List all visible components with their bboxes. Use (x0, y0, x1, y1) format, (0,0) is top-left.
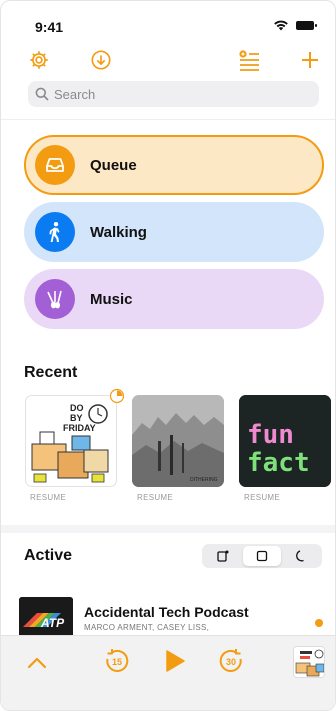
segment-all[interactable] (242, 546, 282, 566)
walking-icon (49, 222, 60, 242)
playlists-edit-button[interactable] (236, 47, 262, 73)
playlist-music-badge (35, 279, 75, 319)
episode-title[interactable]: Accidental Tech Podcast (84, 604, 249, 620)
settings-button[interactable] (26, 47, 52, 73)
list-add-icon (239, 50, 259, 71)
episode-authors: MARCO ARMENT, CASEY LISS, (84, 623, 210, 632)
search-icon (35, 87, 49, 101)
resume-label[interactable]: RESUME (244, 493, 280, 502)
playlist-queue-label: Queue (90, 156, 137, 174)
art-text-fun: fun (247, 420, 294, 450)
recent-section-title: Recent (24, 364, 78, 381)
playlist-walking-badge (35, 212, 75, 252)
playlist-queue-badge (35, 145, 75, 185)
search-input[interactable] (54, 86, 294, 102)
atp-text: ATP (40, 616, 65, 630)
now-playing-art-image (294, 647, 324, 677)
fun-fact-artwork: fun fact (239, 395, 331, 487)
playlist-queue[interactable]: Queue (24, 135, 324, 195)
skip-forward-seconds: 30 (226, 657, 236, 667)
playlist-music[interactable]: Music (24, 269, 324, 329)
active-section-title: Active (24, 547, 73, 564)
recent-item-artwork[interactable]: DITHERING (132, 395, 224, 487)
status-bar: 9:41 (1, 1, 335, 45)
skip-forward-button[interactable]: 30 (216, 646, 246, 676)
resume-label[interactable]: RESUME (137, 493, 173, 502)
do-by-friday-artwork: DO BY FRIDAY (31, 403, 109, 483)
art-text-by: BY (70, 413, 83, 423)
guitar-icon (47, 290, 62, 309)
art-text-friday: FRIDAY (63, 423, 96, 433)
inbox-icon (46, 158, 64, 172)
play-icon (166, 650, 185, 672)
phone-wake-icon (217, 550, 229, 562)
skip-back-button[interactable]: 15 (102, 646, 132, 676)
art-text-do: DO (70, 403, 84, 413)
top-toolbar (1, 47, 335, 77)
playlist-music-label: Music (90, 290, 133, 308)
active-filter-segmented-control (202, 544, 322, 568)
square-icon (256, 550, 268, 562)
in-progress-icon (109, 388, 125, 404)
expand-player-button[interactable] (22, 648, 52, 678)
add-button[interactable] (297, 47, 323, 73)
playlist-walking[interactable]: Walking (24, 202, 324, 262)
skip-forward-icon: 30 (219, 649, 242, 672)
download-icon (91, 50, 111, 70)
search-bar[interactable] (28, 81, 319, 107)
battery-icon (296, 21, 317, 30)
playlist-walking-label: Walking (90, 223, 147, 241)
status-time: 9:41 (35, 19, 64, 35)
recent-item-artwork[interactable]: fun fact (239, 395, 331, 487)
resume-label[interactable]: RESUME (30, 493, 66, 502)
play-button[interactable] (160, 646, 190, 676)
divider (1, 119, 335, 120)
skip-back-icon: 15 (106, 649, 129, 672)
art-text-dithering: DITHERING (190, 477, 218, 483)
segment-wake[interactable] (204, 546, 243, 566)
segment-night[interactable] (281, 546, 320, 566)
skip-back-seconds: 15 (112, 657, 122, 667)
unplayed-indicator (315, 619, 323, 627)
recent-item-artwork[interactable]: DO BY FRIDAY (25, 395, 117, 487)
art-text-fact: fact (247, 448, 310, 478)
moon-icon (295, 550, 304, 562)
dithering-artwork: DITHERING (132, 395, 224, 487)
section-separator (1, 525, 335, 533)
gear-icon (30, 51, 48, 69)
chevron-up-icon (27, 657, 47, 669)
app-screen: 9:41 Search Queue Walking Music Recent D… (0, 0, 336, 711)
downloads-button[interactable] (88, 47, 114, 73)
plus-icon (302, 52, 318, 68)
now-playing-artwork[interactable] (293, 646, 325, 678)
wifi-icon (274, 20, 288, 31)
